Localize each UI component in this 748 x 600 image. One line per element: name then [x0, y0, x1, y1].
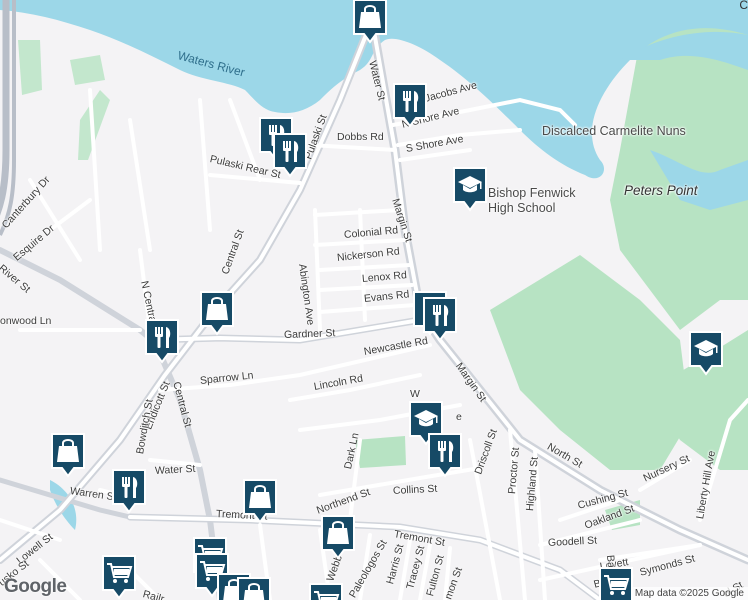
map-marker-m23[interactable]: [308, 582, 344, 600]
label-water-st-2: Water St: [154, 462, 196, 477]
map-attribution[interactable]: Map data ©2025 Google: [630, 587, 748, 600]
label-fenwick-1: Bishop Fenwick: [488, 186, 576, 200]
map-marker-m1[interactable]: [352, 0, 388, 44]
label-collins-st: Collins St: [392, 482, 438, 497]
shopping-bag-icon: [243, 479, 277, 524]
map-marker-m12[interactable]: [427, 432, 463, 478]
restaurant-icon: [273, 133, 307, 178]
label-fenwick-2: High School: [488, 201, 556, 215]
map-marker-m16[interactable]: [320, 514, 356, 560]
label-carmelite: Discalced Carmelite Nuns: [542, 124, 686, 138]
label-goodell-st: Goodell St: [547, 534, 598, 549]
map-marker-m14[interactable]: [111, 468, 147, 514]
highway-left: [0, 0, 16, 236]
map-marker-m6[interactable]: [199, 290, 235, 336]
map-marker-m10[interactable]: [688, 330, 724, 376]
school-icon: [689, 331, 723, 376]
restaurant-icon: [145, 319, 179, 364]
restaurant-icon: [423, 297, 457, 342]
shopping-cart-icon: [599, 567, 633, 600]
label-peters-point: Peters Point: [624, 183, 698, 198]
restaurant-icon: [112, 469, 146, 514]
label-gardner-st: Gardner St: [283, 327, 336, 341]
shopping-bag-icon: [237, 577, 271, 600]
label-conwood-ln: onwood Ln: [0, 315, 52, 327]
restaurant-icon: [393, 83, 427, 128]
shopping-bag-icon: [321, 515, 355, 560]
map-marker-m15[interactable]: [242, 478, 278, 524]
label-w-ave: W: [410, 388, 420, 400]
shopping-bag-icon: [200, 291, 234, 336]
map-marker-m2[interactable]: [392, 82, 428, 128]
map-marker-m7[interactable]: [144, 318, 180, 364]
school-icon: [453, 167, 487, 212]
map-marker-m22[interactable]: [598, 566, 634, 600]
map-marker-m13[interactable]: [50, 432, 86, 478]
corner-text: C: [739, 0, 748, 12]
google-logo: Google: [4, 576, 67, 597]
shopping-cart-icon: [309, 583, 343, 600]
map-marker-m5[interactable]: [452, 166, 488, 212]
shopping-cart-icon: [102, 555, 136, 600]
map-marker-m19[interactable]: [101, 554, 137, 600]
label-dobbs-rd: Dobbs Rd: [337, 131, 384, 143]
shopping-bag-icon: [353, 0, 387, 44]
shopping-bag-icon: [51, 433, 85, 478]
map-marker-m9[interactable]: [422, 296, 458, 342]
map-marker-m21[interactable]: [236, 576, 272, 600]
map-marker-m4[interactable]: [272, 132, 308, 178]
map-canvas[interactable]: Waters River Discalced Carmelite Nuns Bish…: [0, 0, 748, 600]
restaurant-icon: [428, 433, 462, 478]
label-e-ave: e: [456, 411, 462, 423]
